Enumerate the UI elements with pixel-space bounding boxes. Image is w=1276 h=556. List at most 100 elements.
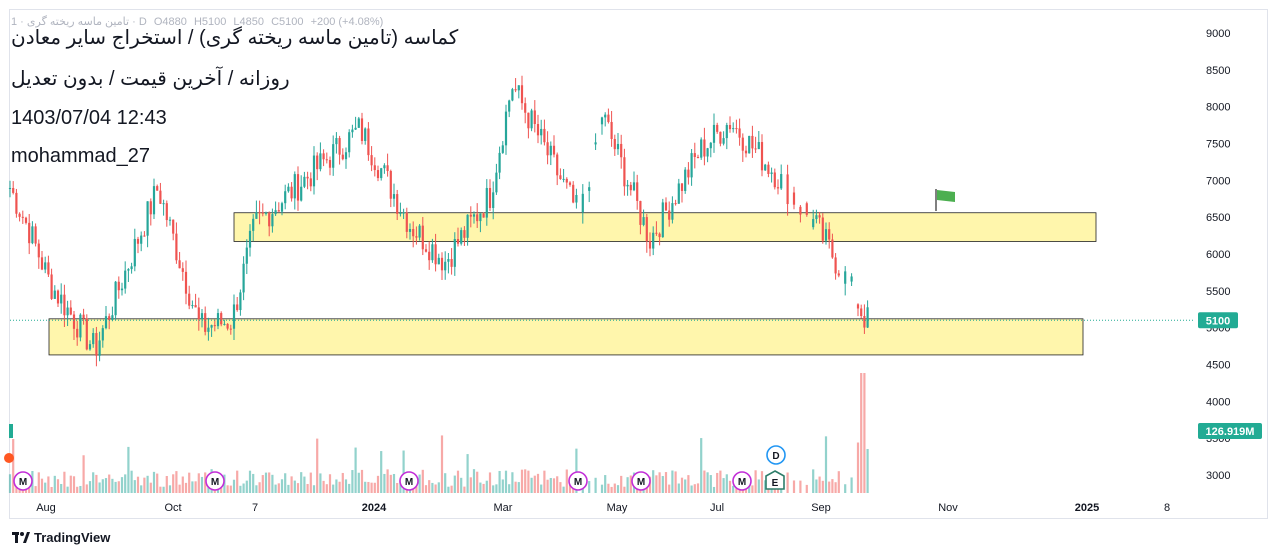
- volume-bar: [159, 486, 162, 493]
- price-tick-label: 9000: [1206, 28, 1230, 40]
- volume-bar: [165, 476, 168, 493]
- candle-body: [856, 304, 860, 309]
- candle-body: [530, 110, 533, 129]
- candle-body: [623, 157, 626, 187]
- volume-bar: [792, 480, 796, 493]
- volume-bar: [495, 484, 498, 493]
- price-tick-label: 8000: [1206, 102, 1230, 114]
- candle-body: [636, 182, 639, 201]
- candle-body: [735, 128, 738, 130]
- candle-body: [316, 155, 319, 170]
- volume-label: 126.919M: [1206, 426, 1255, 438]
- candle-body: [696, 156, 700, 158]
- volume-bar: [562, 486, 565, 493]
- candle-body: [204, 313, 207, 332]
- candle-body: [229, 328, 232, 330]
- volume-bar: [152, 471, 156, 493]
- candle-body: [127, 269, 130, 271]
- volume-bar: [360, 469, 364, 493]
- volume-bar: [613, 483, 616, 493]
- volume-bar: [824, 436, 828, 493]
- candle-body: [40, 257, 44, 270]
- candle-body: [111, 315, 114, 321]
- volume-bar: [344, 479, 348, 493]
- candle-body: [690, 153, 693, 178]
- volume-bar: [719, 470, 722, 493]
- candle-body: [760, 142, 764, 171]
- candle-body: [207, 327, 210, 332]
- candle-body: [821, 217, 824, 241]
- volume-bar: [860, 373, 863, 493]
- price-tick-label: 3000: [1206, 470, 1230, 482]
- volume-bar: [799, 480, 802, 493]
- volume-bar: [63, 471, 66, 493]
- volume-bar: [447, 486, 450, 493]
- candle-body: [527, 112, 530, 129]
- volume-bar: [524, 469, 527, 493]
- volume-bar: [236, 470, 239, 493]
- candle-body: [604, 114, 607, 118]
- volume-bar: [456, 470, 460, 493]
- candle-body: [312, 155, 316, 187]
- volume-bar: [322, 480, 325, 493]
- event-marker-label: M: [19, 477, 27, 488]
- candle-body: [143, 235, 146, 237]
- volume-bar: [303, 476, 306, 493]
- candle-body: [306, 176, 309, 179]
- candle-body: [412, 228, 415, 237]
- volume-bar: [821, 480, 824, 493]
- candle-body: [21, 216, 24, 218]
- event-marker-label: M: [574, 477, 582, 488]
- brand-name: TradingView: [34, 530, 111, 545]
- footer[interactable]: TradingView: [12, 530, 110, 545]
- candle-body: [716, 124, 719, 132]
- volume-bar: [120, 477, 124, 493]
- candle-body: [296, 174, 300, 201]
- candle-body: [440, 257, 444, 271]
- candle-body: [504, 111, 508, 146]
- candle-body: [511, 89, 514, 101]
- volume-bar: [501, 479, 504, 493]
- candle-body: [226, 323, 229, 329]
- volume-bar: [127, 446, 130, 493]
- candle-body: [408, 228, 412, 232]
- volume-bar: [124, 474, 127, 493]
- volume-bar: [818, 476, 821, 493]
- candle-body: [386, 165, 389, 172]
- volume-bar: [786, 472, 789, 493]
- volume-bar: [463, 486, 466, 493]
- candle-body: [232, 304, 236, 329]
- candle-body: [34, 226, 37, 244]
- candle-body: [568, 182, 572, 185]
- candle-body: [92, 333, 95, 345]
- candle-body: [24, 217, 28, 223]
- volume-bar: [143, 477, 146, 493]
- time-axis[interactable]: Aug Oct 7 2024 Mar May Jul Sep Nov 2025 8: [36, 502, 1170, 514]
- volume-bar: [460, 477, 463, 493]
- volume-bar: [674, 471, 677, 493]
- candle-body: [712, 124, 716, 143]
- price-axis[interactable]: 3000350040004500500055006000650070007500…: [9, 28, 1262, 482]
- candle-body: [687, 169, 690, 178]
- volume-bar: [95, 474, 98, 493]
- price-tick-label: 6500: [1206, 212, 1230, 224]
- candle-body: [156, 186, 159, 191]
- candle-body: [549, 145, 552, 156]
- volume-bar: [856, 442, 860, 493]
- candle-body: [620, 143, 623, 158]
- candle-body: [469, 214, 472, 217]
- volume-bar: [479, 482, 482, 493]
- candle-body: [44, 262, 47, 270]
- candle-body: [98, 340, 101, 356]
- volume-bar: [98, 482, 101, 493]
- candle-body: [610, 121, 613, 140]
- candle-body: [415, 236, 418, 238]
- candle-body: [639, 200, 642, 225]
- volume-bar: [421, 469, 424, 493]
- candle-body: [76, 328, 79, 338]
- volume-bar: [728, 480, 732, 493]
- volume-bar: [428, 480, 431, 493]
- candle-body: [648, 241, 652, 249]
- volume-bar: [239, 485, 242, 493]
- left-volume-marker: [9, 424, 13, 438]
